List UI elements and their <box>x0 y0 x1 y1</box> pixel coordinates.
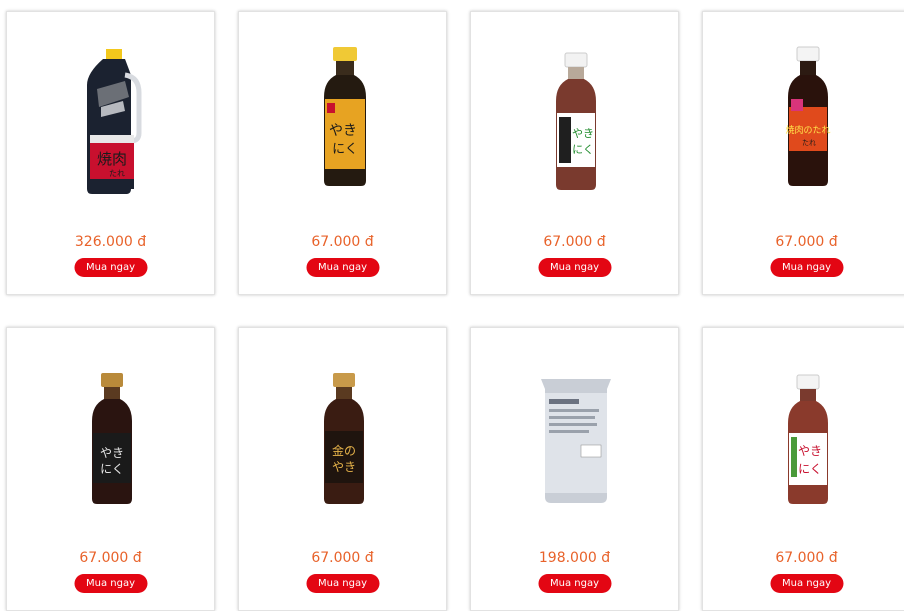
product-image[interactable]: やき にく <box>703 353 904 523</box>
svg-text:にく: にく <box>798 462 822 476</box>
product-image[interactable]: やき にく <box>7 353 216 523</box>
product-image[interactable] <box>471 353 680 523</box>
product-image[interactable]: やき にく <box>239 37 448 207</box>
product-card[interactable]: 198.000 đ Mua ngay <box>470 327 679 611</box>
buy-now-button[interactable]: Mua ngay <box>305 574 380 593</box>
buy-now-button[interactable]: Mua ngay <box>73 574 148 593</box>
product-price: 67.000 đ <box>311 234 374 250</box>
svg-text:たれ: たれ <box>109 169 125 178</box>
product-card[interactable]: 金の やき 67.000 đ Mua ngay <box>238 327 447 611</box>
svg-text:やき: やき <box>797 444 821 458</box>
svg-text:やき: やき <box>329 123 357 139</box>
product-price: 67.000 đ <box>543 234 606 250</box>
product-image[interactable]: 焼肉のたれ たれ <box>703 37 904 207</box>
svg-text:やき: やき <box>99 446 123 460</box>
product-card[interactable]: 焼肉 たれ 326.000 đ Mua ngay <box>6 11 215 295</box>
buy-now-button[interactable]: Mua ngay <box>769 258 844 277</box>
svg-text:やき: やき <box>572 127 594 140</box>
svg-text:やき: やき <box>331 460 355 474</box>
product-price: 67.000 đ <box>775 234 838 250</box>
buy-now-button[interactable]: Mua ngay <box>305 258 380 277</box>
product-price: 198.000 đ <box>538 550 611 566</box>
product-image[interactable]: 金の やき <box>239 353 448 523</box>
svg-text:にく: にく <box>100 462 124 476</box>
product-card[interactable]: やき にく 67.000 đ Mua ngay <box>702 327 904 611</box>
buy-now-button[interactable]: Mua ngay <box>537 574 612 593</box>
product-price: 67.000 đ <box>79 550 142 566</box>
buy-now-button[interactable]: Mua ngay <box>537 258 612 277</box>
svg-text:にく: にく <box>572 143 594 156</box>
svg-text:焼肉: 焼肉 <box>96 150 126 168</box>
buy-now-button[interactable]: Mua ngay <box>73 258 148 277</box>
product-card[interactable]: やき にく 67.000 đ Mua ngay <box>238 11 447 295</box>
product-price: 326.000 đ <box>74 234 147 250</box>
product-card[interactable]: 焼肉のたれ たれ 67.000 đ Mua ngay <box>702 11 904 295</box>
product-card[interactable]: やき にく 67.000 đ Mua ngay <box>470 11 679 295</box>
product-price: 67.000 đ <box>775 550 838 566</box>
product-card[interactable]: やき にく 67.000 đ Mua ngay <box>6 327 215 611</box>
product-image[interactable]: やき にく <box>471 37 680 207</box>
svg-text:焼肉のたれ: 焼肉のたれ <box>785 124 830 136</box>
buy-now-button[interactable]: Mua ngay <box>769 574 844 593</box>
product-price: 67.000 đ <box>311 550 374 566</box>
product-image[interactable]: 焼肉 たれ <box>7 37 216 207</box>
svg-text:たれ: たれ <box>802 139 816 147</box>
svg-text:金の: 金の <box>331 443 355 458</box>
svg-text:にく: にく <box>332 142 358 157</box>
